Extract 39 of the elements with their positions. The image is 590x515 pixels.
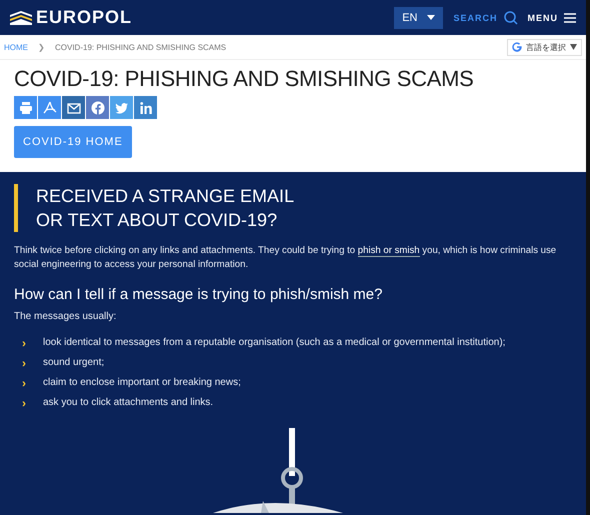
- linkedin-share-button[interactable]: [134, 96, 157, 119]
- menu-icon: [564, 12, 576, 22]
- breadcrumb-separator-icon: ❯: [38, 42, 45, 52]
- email-share-button[interactable]: [62, 96, 85, 119]
- menu-button[interactable]: MENU: [528, 12, 576, 22]
- breadcrumb-current: COVID-19: PHISHING AND SMISHING SCAMS: [55, 42, 226, 52]
- list-item-text: sound urgent;: [43, 356, 104, 370]
- printer-icon: [18, 100, 32, 114]
- linkedin-icon: [138, 100, 152, 114]
- subheading: How can I tell if a message is trying to phish/smish me?: [14, 286, 384, 303]
- caret-icon: [427, 15, 436, 20]
- caret-icon: [570, 44, 577, 50]
- lead-text: The messages usually:: [14, 311, 118, 322]
- chevron-icon: ›: [22, 336, 26, 350]
- pdf-share-button[interactable]: [38, 96, 61, 119]
- logo-text[interactable]: EUROPOL: [36, 7, 132, 28]
- language-dropdown[interactable]: EN: [394, 6, 444, 28]
- envelope-icon: [66, 100, 80, 114]
- list-item-text: ask you to click attachments and links.: [43, 396, 214, 410]
- list-item-text: claim to enclose important or breaking news;: [43, 376, 241, 390]
- translate-dropdown[interactable]: 言語を選択: [507, 38, 582, 56]
- search-icon: [504, 10, 518, 24]
- page-title: COVID-19: PHISHING AND SMISHING SCAMS: [14, 66, 475, 92]
- logo-icon: [10, 10, 32, 24]
- facebook-share-button[interactable]: [86, 96, 109, 119]
- google-icon: [512, 42, 522, 52]
- phish-smish-link[interactable]: phish or smish: [358, 245, 420, 257]
- print-share-button[interactable]: [14, 96, 37, 119]
- facebook-icon: [90, 100, 104, 114]
- chevron-icon: ›: [22, 356, 26, 370]
- search-button[interactable]: SEARCH: [453, 10, 518, 24]
- pdf-icon: [42, 100, 56, 114]
- list-item-text: look identical to messages from a reputable organisation (such as a medical or governmental institution);: [43, 336, 506, 350]
- chevron-icon: ›: [22, 396, 26, 410]
- twitter-share-button[interactable]: [110, 96, 133, 119]
- twitter-icon: [114, 100, 128, 114]
- intro-paragraph: Think twice before clicking on any links and attachments. They could be trying to phish or smish you, which is how criminals use social engineering to access your personal information.: [14, 244, 558, 272]
- chevron-icon: ›: [22, 376, 26, 390]
- section-heading: RECEIVED A STRANGE EMAIL OR TEXT ABOUT COVID-19?: [36, 185, 294, 232]
